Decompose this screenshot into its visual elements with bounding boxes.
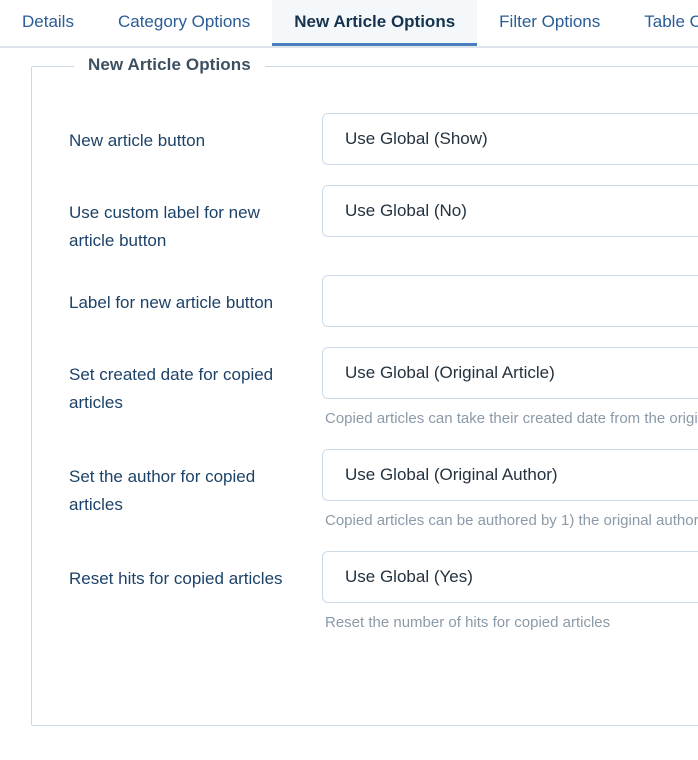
select-use-custom-label[interactable]: Use Global (No) bbox=[322, 185, 698, 237]
tab-filter-options[interactable]: Filter Options bbox=[477, 0, 622, 46]
label-reset-hits: Reset hits for copied articles bbox=[69, 569, 283, 588]
label-set-created-date: Set created date for copied articles bbox=[69, 365, 274, 412]
new-article-options-panel: New Article Options New article button U… bbox=[0, 48, 698, 726]
help-set-author: Copied articles can be authored by 1) th… bbox=[325, 512, 698, 529]
help-reset-hits: Reset the number of hits for copied arti… bbox=[325, 614, 611, 631]
help-set-created-date: Copied articles can take their created d… bbox=[325, 410, 698, 427]
label-use-custom-label: Use custom label for new article button bbox=[69, 203, 260, 250]
fieldset-legend: New Article Options bbox=[74, 55, 265, 75]
form-rows: New article button Use Global (Show) Use… bbox=[32, 67, 698, 653]
form-row-reset-hits: Reset hits for copied articles Use Globa… bbox=[32, 551, 698, 653]
select-set-author[interactable]: Use Global (Original Author) bbox=[322, 449, 698, 501]
tab-table-options[interactable]: Table Options bbox=[622, 0, 698, 46]
label-label-for-new-article-button: Label for new article button bbox=[69, 293, 274, 312]
select-reset-hits[interactable]: Use Global (Yes) bbox=[322, 551, 698, 603]
tab-category-options[interactable]: Category Options bbox=[96, 0, 272, 46]
select-new-article-button[interactable]: Use Global (Show) bbox=[322, 113, 698, 165]
control-wrap-label-for-new-article-button bbox=[322, 275, 698, 327]
control-wrap-reset-hits: Use Global (Yes) Reset the number of hit… bbox=[322, 551, 698, 633]
label-new-article-button: New article button bbox=[69, 131, 206, 150]
control-wrap-use-custom-label: Use Global (No) bbox=[322, 185, 698, 237]
tab-strip: Details Category Options New Article Opt… bbox=[0, 0, 698, 48]
control-wrap-set-created-date: Use Global (Original Article) Copied art… bbox=[322, 347, 698, 429]
form-row-new-article-button: New article button Use Global (Show) bbox=[32, 113, 698, 185]
tab-details[interactable]: Details bbox=[0, 0, 96, 46]
select-set-created-date[interactable]: Use Global (Original Article) bbox=[322, 347, 698, 399]
label-set-author: Set the author for copied articles bbox=[69, 467, 256, 514]
form-row-use-custom-label: Use custom label for new article button … bbox=[32, 185, 698, 275]
form-row-set-author: Set the author for copied articles Use G… bbox=[32, 449, 698, 551]
control-wrap-set-author: Use Global (Original Author) Copied arti… bbox=[322, 449, 698, 531]
new-article-options-fieldset: New Article Options New article button U… bbox=[31, 55, 698, 726]
form-row-set-created-date: Set created date for copied articles Use… bbox=[32, 347, 698, 449]
input-label-for-new-article-button[interactable] bbox=[322, 275, 698, 327]
control-wrap-new-article-button: Use Global (Show) bbox=[322, 113, 698, 165]
tab-new-article-options[interactable]: New Article Options bbox=[272, 0, 478, 46]
form-row-label-for-new-article-button: Label for new article button bbox=[32, 275, 698, 347]
